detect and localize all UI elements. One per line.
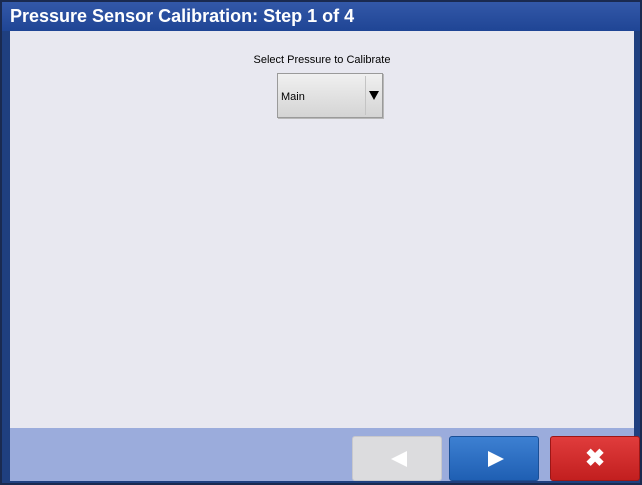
dropdown-divider (365, 76, 366, 115)
cancel-button[interactable]: ✖ (550, 436, 640, 481)
calibration-window: Pressure Sensor Calibration: Step 1 of 4… (0, 0, 642, 485)
footer-bar: ✖ (10, 428, 640, 481)
back-button[interactable] (352, 436, 442, 481)
select-pressure-label: Select Pressure to Calibrate (253, 54, 391, 66)
right-arrow-icon (488, 451, 504, 467)
window-title: Pressure Sensor Calibration: Step 1 of 4 (2, 2, 640, 31)
next-button[interactable] (449, 436, 539, 481)
chevron-down-icon (369, 91, 379, 100)
content-area: Select Pressure to Calibrate Main (10, 31, 634, 428)
pressure-dropdown-value: Main (281, 91, 305, 103)
left-arrow-icon (391, 451, 407, 467)
pressure-dropdown[interactable]: Main (277, 73, 383, 118)
close-icon: ✖ (584, 445, 606, 472)
